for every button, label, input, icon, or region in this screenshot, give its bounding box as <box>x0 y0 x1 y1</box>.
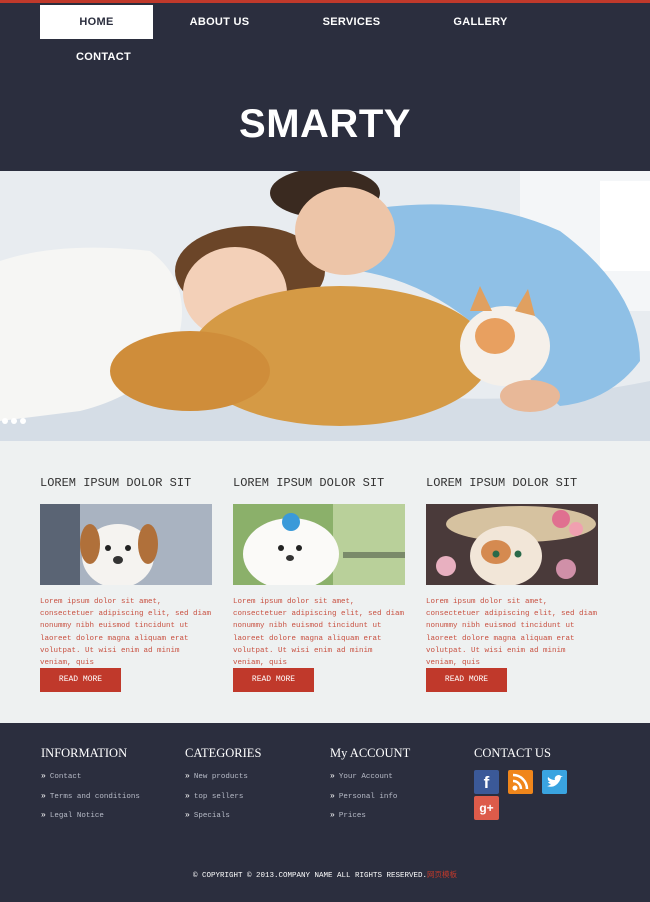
puppy-photo <box>233 504 405 585</box>
footer-heading: CATEGORIES <box>185 746 262 760</box>
slider-dot[interactable] <box>11 418 17 424</box>
feature-text: Lorem ipsum dolor sit amet, consectetuer… <box>426 598 598 668</box>
arrow-icon: » <box>41 772 46 781</box>
footer-heading: INFORMATION <box>41 746 128 760</box>
copyright-link[interactable]: 网页模板 <box>427 872 457 880</box>
hero-slider <box>0 171 650 441</box>
feature-column: LOREM IPSUM DOLOR SIT Lorem ipsum dolor … <box>40 475 212 692</box>
footer-column-contact: CONTACT US <box>474 745 551 761</box>
feature-column: LOREM IPSUM DOLOR SIT Lorem ipsum dolor … <box>426 475 598 692</box>
arrow-icon: » <box>185 792 190 801</box>
footer-link-prices[interactable]: » Prices <box>330 811 366 820</box>
read-more-button[interactable]: READ MORE <box>233 668 314 692</box>
footer-column-account: My ACCOUNT » Your Account » Personal info … <box>330 745 411 820</box>
footer-link-personal-info[interactable]: » Personal info <box>330 792 397 801</box>
feature-title: LOREM IPSUM DOLOR SIT <box>426 476 578 490</box>
arrow-icon: » <box>41 792 46 801</box>
nav-gallery[interactable]: GALLERY <box>424 5 537 39</box>
footer-link-new-products[interactable]: » New products <box>185 772 248 781</box>
nav-contact[interactable]: CONTACT <box>47 40 160 74</box>
footer-heading: My ACCOUNT <box>330 746 411 760</box>
arrow-icon: » <box>41 811 46 820</box>
arrow-icon: » <box>330 811 335 820</box>
hero-image <box>0 171 650 441</box>
footer-link-contact[interactable]: » Contact <box>41 772 81 781</box>
read-more-button[interactable]: READ MORE <box>40 668 121 692</box>
nav-services[interactable]: SERVICES <box>295 5 408 39</box>
footer-link-legal[interactable]: » Legal Notice <box>41 811 104 820</box>
footer-column-information: INFORMATION » Contact » Terms and conditio… <box>41 745 140 820</box>
site-title: SMARTY <box>239 102 411 146</box>
footer-heading: CONTACT US <box>474 746 551 760</box>
google-plus-icon[interactable]: g+ <box>474 796 499 820</box>
feature-text: Lorem ipsum dolor sit amet, consectetuer… <box>233 598 405 668</box>
footer-link-specials[interactable]: » Specials <box>185 811 230 820</box>
slider-dot[interactable] <box>20 418 26 424</box>
rss-icon[interactable] <box>508 770 533 794</box>
nav-home[interactable]: HOME <box>40 5 153 39</box>
feature-column: LOREM IPSUM DOLOR SIT Lorem ipsum dolor … <box>233 475 405 692</box>
copyright-text: © COPYRIGHT © 2013.COMPANY NAME ALL RIGH… <box>192 872 458 880</box>
footer-link-your-account[interactable]: » Your Account <box>330 772 393 781</box>
slider-dot[interactable] <box>2 418 8 424</box>
arrow-icon: » <box>185 772 190 781</box>
arrow-icon: » <box>185 811 190 820</box>
arrow-icon: » <box>330 792 335 801</box>
feature-title: LOREM IPSUM DOLOR SIT <box>233 476 385 490</box>
slider-dots <box>2 418 26 424</box>
twitter-icon[interactable] <box>542 770 567 794</box>
arrow-icon: » <box>330 772 335 781</box>
feature-title: LOREM IPSUM DOLOR SIT <box>40 476 192 490</box>
footer-link-terms[interactable]: » Terms and conditions <box>41 792 140 801</box>
dog-photo <box>40 504 212 585</box>
kitten-photo <box>426 504 598 585</box>
read-more-button[interactable]: READ MORE <box>426 668 507 692</box>
footer-column-categories: CATEGORIES » New products » top sellers » S… <box>185 745 262 820</box>
footer-link-top-sellers[interactable]: » top sellers <box>185 792 243 801</box>
facebook-icon[interactable]: f <box>474 770 499 794</box>
site-header: HOME ABOUT US SERVICES GALLERY CONTACT S… <box>0 0 650 171</box>
feature-text: Lorem ipsum dolor sit amet, consectetuer… <box>40 598 212 668</box>
nav-about-us[interactable]: ABOUT US <box>163 5 276 39</box>
